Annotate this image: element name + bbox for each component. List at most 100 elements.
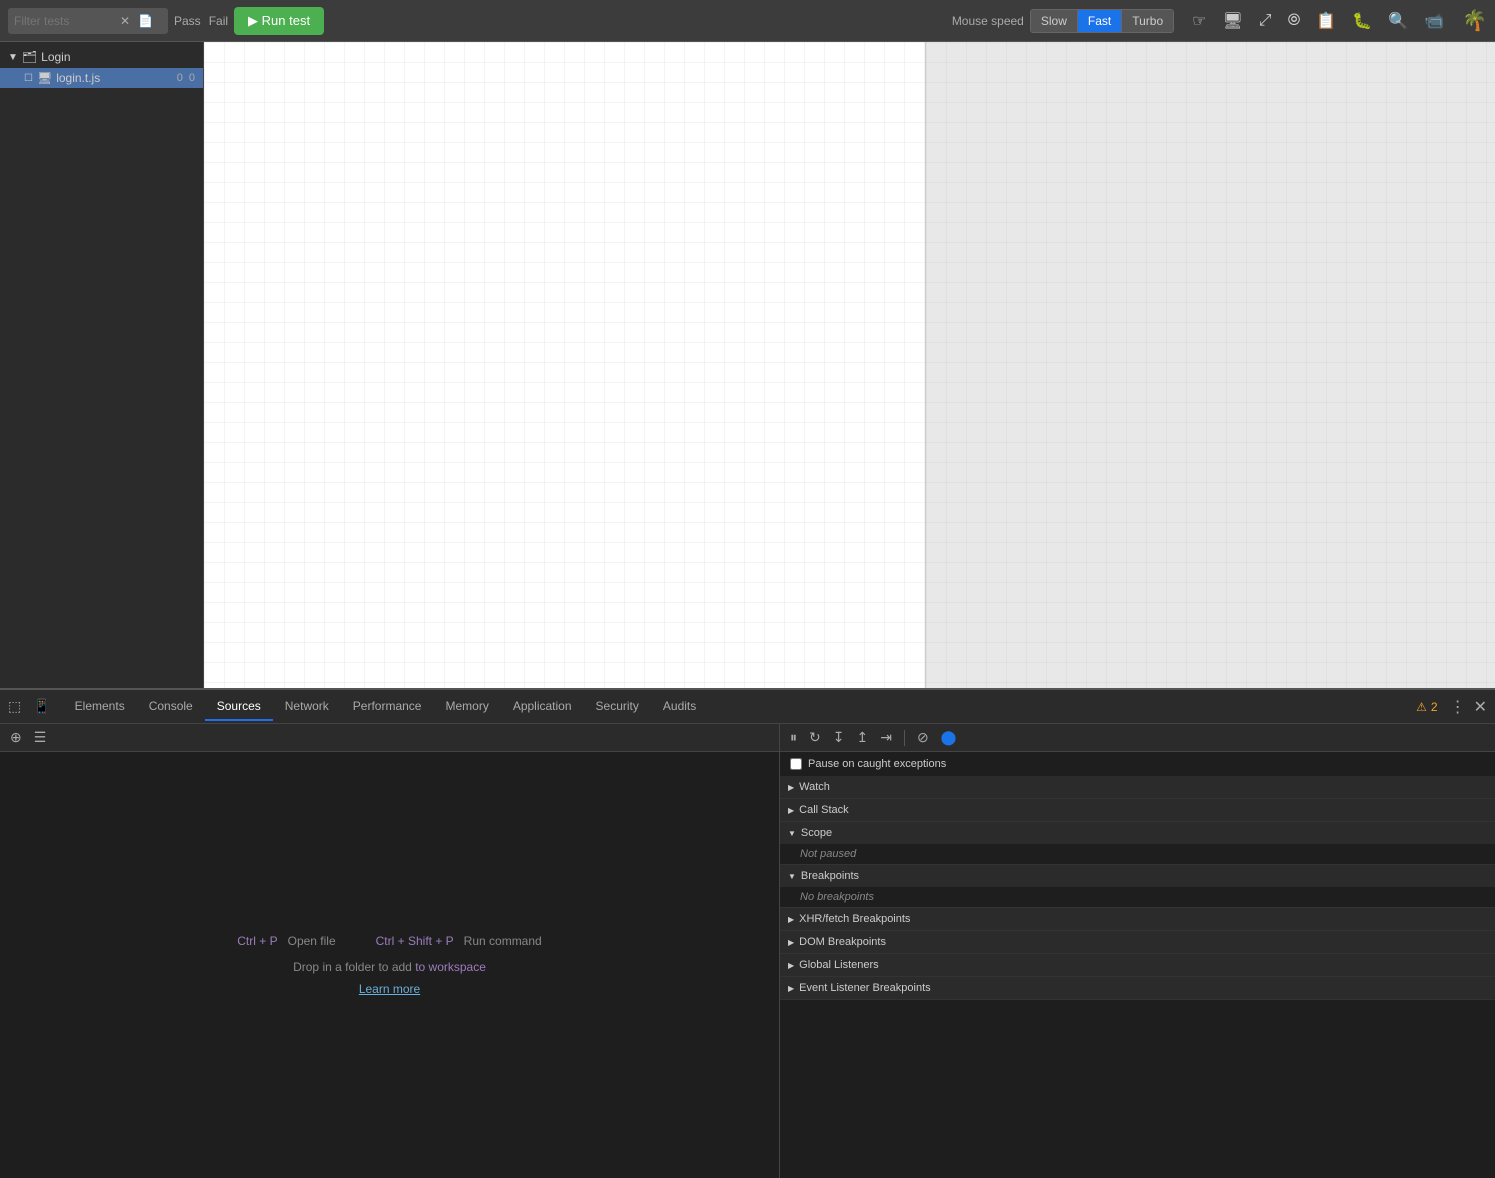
scope-section: Scope Not paused — [780, 822, 1495, 865]
folder-arrow-icon: ▼ — [8, 52, 18, 63]
tab-memory[interactable]: Memory — [433, 693, 500, 721]
devtools-close-button[interactable]: ✕ — [1470, 695, 1491, 719]
call-stack-label: Call Stack — [799, 804, 849, 816]
sources-main: Ctrl + P Open file Ctrl + Shift + P Run … — [0, 752, 779, 1178]
devtools-warning: ⚠ 2 — [1416, 700, 1437, 714]
no-breakpoints-text: No breakpoints — [780, 887, 1495, 907]
tab-audits[interactable]: Audits — [651, 693, 708, 721]
hint-ctrl-p: Ctrl + P — [237, 934, 277, 948]
step-forward-button[interactable]: ⇥ — [876, 727, 896, 748]
devtools-body: ⊕ ☰ Ctrl + P Open file Ctrl + Shift + P … — [0, 724, 1495, 1178]
global-listeners-chevron-icon — [788, 959, 794, 971]
speed-fast-button[interactable]: Fast — [1078, 10, 1122, 32]
inspect-element-button[interactable]: ⬚ — [4, 696, 25, 717]
tab-sources[interactable]: Sources — [205, 693, 273, 721]
debugger-toolbar: ⏸ ↻ ↧ ↥ ⇥ ⊘ ⬤ — [780, 724, 1495, 752]
pass-filter[interactable]: Pass — [174, 14, 201, 28]
call-stack-chevron-icon — [788, 804, 794, 816]
filter-input-wrapper: ✕ 📄 — [8, 8, 168, 34]
clear-filter-button[interactable]: ✕ — [118, 14, 132, 28]
breakpoints-chevron-icon — [788, 870, 796, 882]
devtools-more-menu-button[interactable]: ⋮ — [1446, 695, 1470, 719]
event-breakpoints-label: Event Listener Breakpoints — [799, 982, 930, 994]
clipboard-icon[interactable]: 📋 — [1312, 9, 1340, 33]
toolbar-separator — [904, 730, 905, 746]
tab-network[interactable]: Network — [273, 693, 341, 721]
sources-new-tab-button[interactable]: ⊕ — [6, 727, 26, 748]
filter-tests-input[interactable] — [14, 14, 114, 28]
count-badge: 0 0 — [177, 72, 195, 84]
not-paused-text: Not paused — [780, 844, 1495, 864]
breakpoints-header[interactable]: Breakpoints — [780, 865, 1495, 887]
top-icons: ☞ 🖥 ⤢ ⦾ 📋 🐛 🔍 📹 🌴 — [1188, 8, 1487, 33]
tab-security[interactable]: Security — [584, 693, 651, 721]
filter-options-button[interactable]: 📄 — [136, 14, 155, 28]
pass-fail-filter: Pass Fail — [174, 14, 228, 28]
dom-breakpoints-label: DOM Breakpoints — [799, 936, 886, 948]
pause-resume-button[interactable]: ⏸ — [786, 727, 801, 748]
devtools-tab-icons: ⬚ 📱 — [4, 696, 55, 717]
watch-header[interactable]: Watch — [780, 776, 1495, 798]
hint-row-open: Ctrl + P Open file — [237, 934, 335, 948]
scope-header[interactable]: Scope — [780, 822, 1495, 844]
watch-chevron-icon — [788, 781, 794, 793]
fail-count: 0 — [189, 72, 195, 84]
tree-folder-login[interactable]: ▼ 🗂 Login — [0, 46, 203, 68]
pass-count: 0 — [177, 72, 183, 84]
screen-icon[interactable]: 🖥 — [1218, 9, 1246, 33]
global-listeners-label: Global Listeners — [799, 959, 879, 971]
sources-sidebar: ⊕ ☰ Ctrl + P Open file Ctrl + Shift + P … — [0, 724, 780, 1178]
tab-performance[interactable]: Performance — [341, 693, 434, 721]
scope-label: Scope — [801, 827, 832, 839]
sources-hints: Ctrl + P Open file Ctrl + Shift + P Run … — [237, 934, 541, 948]
top-bar: ✕ 📄 Pass Fail ▶ Run test Mouse speed Slo… — [0, 0, 1495, 42]
event-breakpoints-section: Event Listener Breakpoints — [780, 977, 1495, 1000]
pointer-icon[interactable]: ☞ — [1188, 9, 1210, 33]
call-stack-header[interactable]: Call Stack — [780, 799, 1495, 821]
pause-exceptions-row: Pause on caught exceptions — [780, 752, 1495, 776]
run-test-button[interactable]: ▶ Run test — [234, 7, 324, 35]
file-label: login.t.js — [56, 71, 100, 85]
devtools-panel: ⬚ 📱 Elements Console Sources Network Per… — [0, 688, 1495, 1178]
learn-more-button[interactable]: Learn more — [359, 982, 420, 996]
tree-file-login[interactable]: ☐ 🖥 login.t.js 0 0 — [0, 68, 203, 88]
debugger-panel: ⏸ ↻ ↧ ↥ ⇥ ⊘ ⬤ Pause on caught exceptions — [780, 724, 1495, 1178]
step-into-button[interactable]: ↧ — [829, 727, 849, 748]
deactivate-breakpoints-button[interactable]: ⊘ — [913, 727, 933, 748]
bug-icon[interactable]: 🐛 — [1348, 9, 1376, 33]
siesta-logo: 🌴 — [1462, 8, 1487, 33]
call-stack-section: Call Stack — [780, 799, 1495, 822]
speed-slow-button[interactable]: Slow — [1031, 10, 1078, 32]
warning-icon: ⚠ — [1416, 700, 1427, 714]
folder-icon: 🗂 — [22, 50, 37, 64]
event-breakpoints-header[interactable]: Event Listener Breakpoints — [780, 977, 1495, 999]
record-icon[interactable]: 📹 — [1420, 9, 1448, 33]
dot-icon[interactable]: ⦾ — [1284, 10, 1305, 32]
breakpoints-section: Breakpoints No breakpoints — [780, 865, 1495, 908]
pause-caught-exceptions-checkbox[interactable] — [790, 758, 802, 770]
tab-console[interactable]: Console — [137, 693, 205, 721]
breakpoints-label: Breakpoints — [801, 870, 859, 882]
hint-open-file: Open file — [288, 934, 336, 948]
fail-filter[interactable]: Fail — [209, 14, 228, 28]
xhr-breakpoints-section: XHR/fetch Breakpoints — [780, 908, 1495, 931]
global-listeners-section: Global Listeners — [780, 954, 1495, 977]
sources-sidebar-button[interactable]: ☰ — [30, 727, 51, 748]
search-icon[interactable]: 🔍 — [1384, 9, 1412, 33]
pause-caught-label: Pause on caught exceptions — [808, 758, 946, 770]
xhr-breakpoints-label: XHR/fetch Breakpoints — [799, 913, 910, 925]
tab-elements[interactable]: Elements — [63, 693, 137, 721]
scope-chevron-icon — [788, 827, 796, 839]
step-out-button[interactable]: ↥ — [852, 727, 872, 748]
tab-application[interactable]: Application — [501, 693, 584, 721]
speed-turbo-button[interactable]: Turbo — [1122, 10, 1173, 32]
step-over-button[interactable]: ↻ — [805, 727, 825, 748]
dom-breakpoints-header[interactable]: DOM Breakpoints — [780, 931, 1495, 953]
device-toolbar-button[interactable]: 📱 — [29, 696, 54, 717]
resize-icon[interactable]: ⤢ — [1255, 10, 1276, 32]
hint-run-command: Run command — [464, 934, 542, 948]
drop-text: Drop in a folder to add to workspace — [293, 960, 486, 974]
xhr-breakpoints-header[interactable]: XHR/fetch Breakpoints — [780, 908, 1495, 930]
global-listeners-header[interactable]: Global Listeners — [780, 954, 1495, 976]
breakpoints-active-indicator[interactable]: ⬤ — [937, 727, 961, 748]
